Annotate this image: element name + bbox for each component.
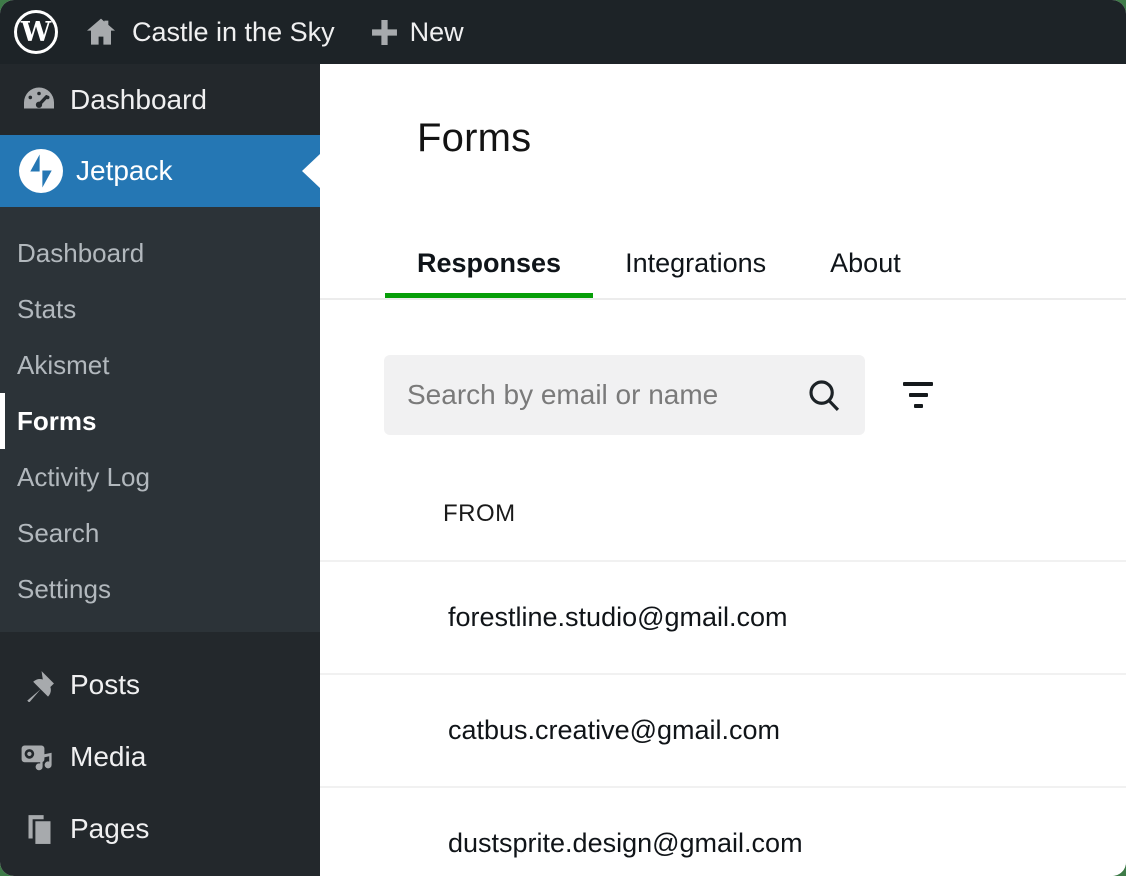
tab-label: Responses — [417, 248, 561, 279]
tab-responses[interactable]: Responses — [385, 234, 593, 298]
sidebar-item-media[interactable]: Media — [0, 721, 320, 793]
submenu-label: Stats — [17, 294, 76, 325]
tab-bar: Responses Integrations About — [385, 234, 933, 298]
site-name-link[interactable]: Castle in the Sky — [132, 17, 335, 48]
search-icon[interactable] — [805, 376, 843, 414]
response-from-email: dustsprite.design@gmail.com — [448, 828, 803, 859]
sidebar-item-label: Media — [70, 741, 146, 773]
submenu-label: Dashboard — [17, 238, 144, 269]
sidebar-item-label: Posts — [70, 669, 140, 701]
table-row[interactable]: dustsprite.design@gmail.com — [320, 786, 1126, 876]
camera-note-icon — [21, 741, 57, 774]
response-from-email: catbus.creative@gmail.com — [448, 715, 780, 746]
submenu-label: Activity Log — [17, 462, 150, 493]
submenu-item-akismet[interactable]: Akismet — [0, 337, 320, 393]
submenu-label: Akismet — [17, 350, 109, 381]
submenu-item-forms[interactable]: Forms — [0, 393, 320, 449]
tab-label: Integrations — [625, 248, 766, 279]
sidebar-item-label: Jetpack — [76, 155, 173, 187]
sidebar-item-label: Dashboard — [70, 84, 207, 116]
new-link[interactable]: New — [410, 17, 464, 48]
submenu-label: Settings — [17, 574, 111, 605]
responses-table: forestline.studio@gmail.com catbus.creat… — [320, 560, 1126, 876]
home-icon[interactable] — [85, 17, 117, 47]
jetpack-submenu: Dashboard Stats Akismet Forms Activity L… — [0, 207, 320, 632]
tab-integrations[interactable]: Integrations — [593, 234, 798, 298]
tab-bar-divider — [320, 298, 1126, 300]
wordpress-logo-icon[interactable]: W — [14, 10, 58, 54]
plus-icon[interactable] — [371, 19, 398, 46]
admin-bar: W Castle in the Sky New — [0, 0, 1126, 64]
submenu-item-stats[interactable]: Stats — [0, 281, 320, 337]
search-box — [384, 355, 865, 435]
submenu-label: Forms — [17, 406, 96, 437]
sidebar-item-dashboard[interactable]: Dashboard — [0, 64, 320, 135]
admin-sidebar: Dashboard Jetpack Dashboard Stats Akisme… — [0, 64, 320, 876]
forms-content-panel: Forms Responses Integrations About — [320, 64, 1126, 876]
sidebar-item-label: Pages — [70, 813, 149, 845]
jetpack-icon — [19, 149, 63, 193]
sidebar-item-jetpack[interactable]: Jetpack — [0, 135, 320, 207]
submenu-item-dashboard[interactable]: Dashboard — [0, 225, 320, 281]
sidebar-bottom-group: Posts Media — [0, 649, 320, 865]
sidebar-item-pages[interactable]: Pages — [0, 793, 320, 865]
active-menu-arrow — [302, 154, 320, 188]
response-from-email: forestline.studio@gmail.com — [448, 602, 788, 633]
submenu-item-activity-log[interactable]: Activity Log — [0, 449, 320, 505]
wordpress-admin-screen: W Castle in the Sky New — [0, 0, 1126, 876]
column-header-from: FROM — [443, 500, 516, 528]
dashboard-gauge-icon — [21, 84, 57, 115]
stacked-pages-icon — [21, 813, 57, 846]
tab-label: About — [830, 248, 901, 279]
submenu-label: Search — [17, 518, 99, 549]
sidebar-item-posts[interactable]: Posts — [0, 649, 320, 721]
filter-icon[interactable] — [890, 367, 946, 423]
table-row[interactable]: forestline.studio@gmail.com — [320, 560, 1126, 673]
page-title: Forms — [417, 116, 531, 161]
pushpin-icon — [21, 669, 57, 702]
tab-about[interactable]: About — [798, 234, 933, 298]
submenu-item-settings[interactable]: Settings — [0, 561, 320, 617]
submenu-item-search[interactable]: Search — [0, 505, 320, 561]
table-row[interactable]: catbus.creative@gmail.com — [320, 673, 1126, 786]
search-input[interactable] — [384, 379, 805, 411]
